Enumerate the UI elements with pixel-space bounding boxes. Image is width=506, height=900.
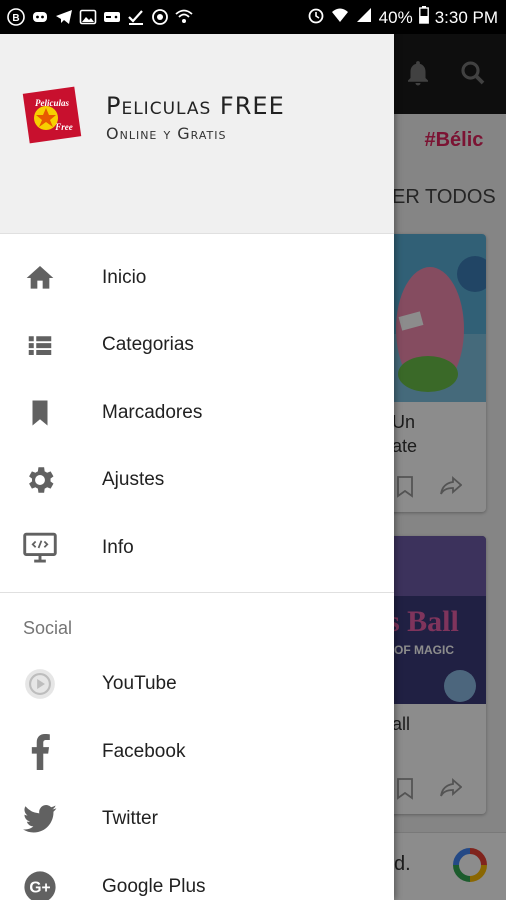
social-section-title: Social <box>23 617 73 638</box>
clock: 3:30 PM <box>434 7 498 27</box>
menu-item-label: Info <box>102 536 134 558</box>
game-icon <box>102 7 121 26</box>
menu-item-label: Categorias <box>102 334 194 356</box>
menu-item-info[interactable]: Info <box>0 514 394 582</box>
telegram-icon <box>54 7 73 26</box>
wifi-signal-icon <box>331 6 349 29</box>
menu-item-label: Ajustes <box>102 469 165 491</box>
drawer-main-menu: Inicio Categorias Marcadores Ajustes Inf… <box>0 234 394 582</box>
app-subtitle: Online y Gratis <box>106 124 227 143</box>
menu-item-categorias[interactable]: Categorias <box>0 312 394 380</box>
wifi-icon <box>174 7 193 26</box>
menu-item-label: Twitter <box>102 808 158 830</box>
discord-icon <box>30 7 49 26</box>
svg-text:Free: Free <box>54 122 73 132</box>
bookmark-icon <box>22 395 58 431</box>
menu-item-facebook[interactable]: Facebook <box>0 718 394 786</box>
status-bar: B 40% 3:30 PM <box>0 0 506 34</box>
google-plus-icon: G+ <box>22 869 58 900</box>
circle-icon <box>150 7 169 26</box>
gear-icon <box>22 462 58 498</box>
alarm-icon <box>307 6 325 29</box>
menu-item-label: Facebook <box>102 740 186 762</box>
app-logo: Peliculas Free <box>22 86 82 144</box>
battery-percent: 40% <box>378 7 413 27</box>
menu-item-label: Marcadores <box>102 401 203 423</box>
code-monitor-icon <box>22 530 58 566</box>
menu-item-label: YouTube <box>102 673 177 695</box>
cell-signal-icon <box>355 6 373 29</box>
check-icon <box>126 7 145 26</box>
svg-text:G+: G+ <box>29 879 50 896</box>
system-indicators: 40% 3:30 PM <box>307 6 498 29</box>
home-icon <box>22 260 58 296</box>
drawer-header: Peliculas Free Peliculas FREE Online y G… <box>0 34 394 234</box>
menu-item-inicio[interactable]: Inicio <box>0 244 394 312</box>
image-icon <box>78 7 97 26</box>
facebook-icon <box>22 733 58 770</box>
notification-icons: B <box>6 7 193 26</box>
menu-item-label: Google Plus <box>102 875 206 897</box>
menu-item-label: Inicio <box>102 266 147 288</box>
app-title: Peliculas FREE <box>106 92 285 120</box>
youtube-icon <box>22 666 58 702</box>
drawer-social-menu: YouTube Facebook Twitter G+ Google Plus <box>0 651 394 900</box>
list-icon <box>22 327 58 363</box>
menu-item-ajustes[interactable]: Ajustes <box>0 447 394 515</box>
battery-icon <box>418 6 429 29</box>
b-badge-icon: B <box>6 7 25 26</box>
twitter-icon <box>22 801 58 837</box>
svg-text:B: B <box>12 13 19 24</box>
navigation-drawer: Peliculas Free Peliculas FREE Online y G… <box>0 34 394 900</box>
svg-text:Peliculas: Peliculas <box>35 98 69 108</box>
menu-item-twitter[interactable]: Twitter <box>0 786 394 854</box>
menu-item-marcadores[interactable]: Marcadores <box>0 379 394 447</box>
menu-item-youtube[interactable]: YouTube <box>0 651 394 719</box>
menu-item-google-plus[interactable]: G+ Google Plus <box>0 853 394 900</box>
